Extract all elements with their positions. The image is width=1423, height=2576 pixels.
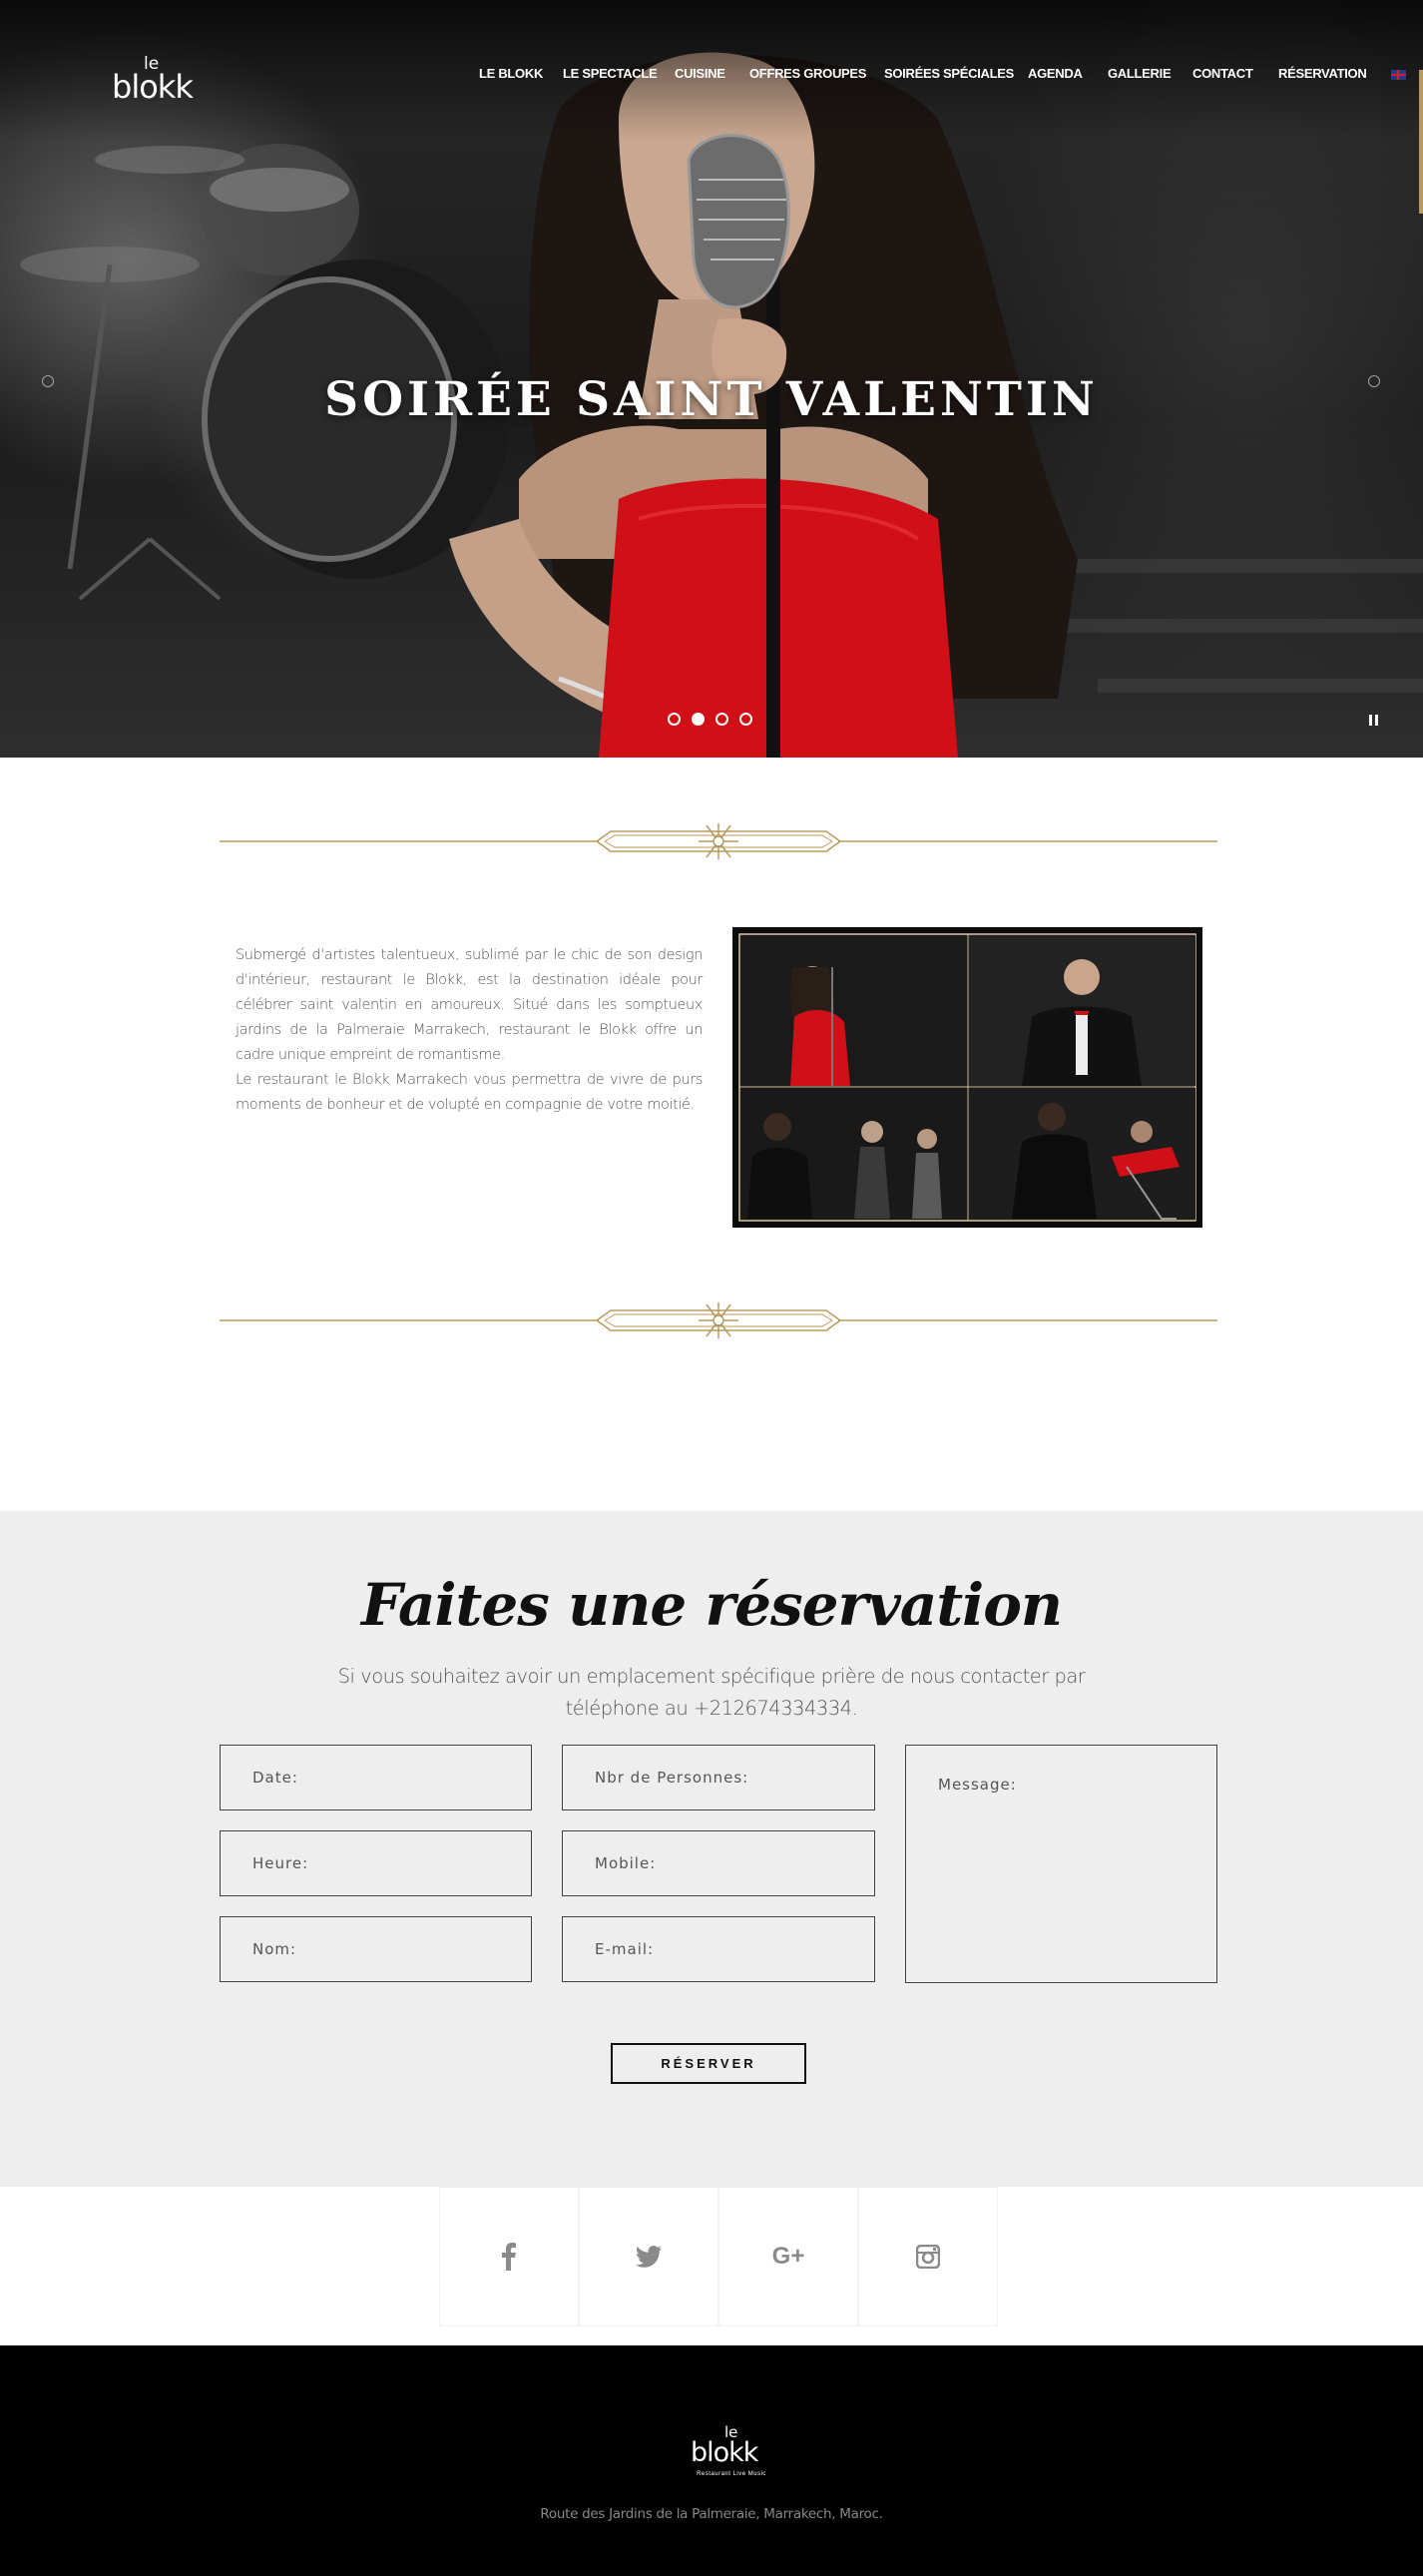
hero-title: SOIRÉE SAINT VALENTIN [324,372,1099,427]
content-paragraph-2: Le restaurant le Blokk Marrakech vous pe… [236,1072,703,1113]
footer-logo-word: blokk [691,2437,758,2468]
footer-logo-tagline: Restaurant Live Music [697,2471,766,2477]
mobile-input[interactable] [562,1830,875,1896]
ornament-divider-bottom [220,1302,1217,1338]
slider-dot-3[interactable] [715,713,728,726]
scroll-edge-bar [1419,70,1423,214]
reservation-section: Faites une réservation Si vous souhaitez… [0,1511,1423,2187]
nav-item-gallerie[interactable]: GALLERIE [1108,66,1172,81]
social-links: G+ [439,2187,998,2326]
facebook-link[interactable] [439,2187,579,2326]
nav-item-contact[interactable]: CONTACT [1192,66,1253,81]
twitter-icon [636,2246,662,2268]
performers-collage-image [732,927,1202,1228]
slider-pagination [668,713,757,729]
slider-dot-2[interactable] [692,713,705,726]
reserve-button[interactable]: RÉSERVER [611,2043,806,2084]
instagram-link[interactable] [858,2187,998,2326]
nav-item-le-blokk[interactable]: LE BLOKK [479,66,543,81]
nav-item-reservation[interactable]: RÉSERVATION [1278,66,1367,81]
nav-item-agenda[interactable]: AGENDA [1028,66,1083,81]
slider-dot-4[interactable] [739,713,752,726]
reservation-subtitle: Si vous souhaitez avoir un emplacement s… [337,1665,1086,1720]
main-nav: LE BLOKK LE SPECTACLE CUISINE OFFRES GRO… [0,66,1423,86]
slider-pause-icon[interactable] [1369,715,1379,726]
message-textarea[interactable] [905,1745,1217,1983]
persons-input[interactable] [562,1745,875,1810]
nav-item-cuisine[interactable]: CUISINE [675,66,725,81]
google-plus-icon: G+ [771,2243,805,2270]
footer-logo[interactable]: le blokk Restaurant Live Music [689,2423,774,2481]
slider-next-arrow[interactable] [1368,375,1380,387]
slider-dot-1[interactable] [668,713,681,726]
instagram-icon [916,2245,940,2269]
footer-address: Route des Jardins de la Palmeraie, Marra… [540,2506,883,2522]
name-input[interactable] [220,1916,532,1982]
hero-slider: le blokk LE BLOKK LE SPECTACLE CUISINE O… [0,0,1423,758]
uk-flag-icon[interactable] [1391,70,1406,80]
nav-item-offres-groupes[interactable]: OFFRES GROUPES [749,66,866,81]
nav-item-soirees-speciales[interactable]: SOIRÉES SPÉCIALES [884,66,1014,81]
date-input[interactable] [220,1745,532,1810]
content-description: Submergé d'artistes talentueux, sublimé … [236,943,703,1118]
nav-item-le-spectacle[interactable]: LE SPECTACLE [563,66,658,81]
email-input[interactable] [562,1916,875,1982]
hour-input[interactable] [220,1830,532,1896]
twitter-link[interactable] [579,2187,718,2326]
reservation-title: Faites une réservation [360,1571,1063,1639]
facebook-icon [502,2243,516,2271]
site-footer: le blokk Restaurant Live Music Route des… [0,2345,1423,2576]
content-paragraph-1: Submergé d'artistes talentueux, sublimé … [236,947,703,1063]
slider-prev-arrow[interactable] [42,375,54,387]
ornament-divider-top [220,823,1217,859]
google-plus-link[interactable]: G+ [718,2187,858,2326]
